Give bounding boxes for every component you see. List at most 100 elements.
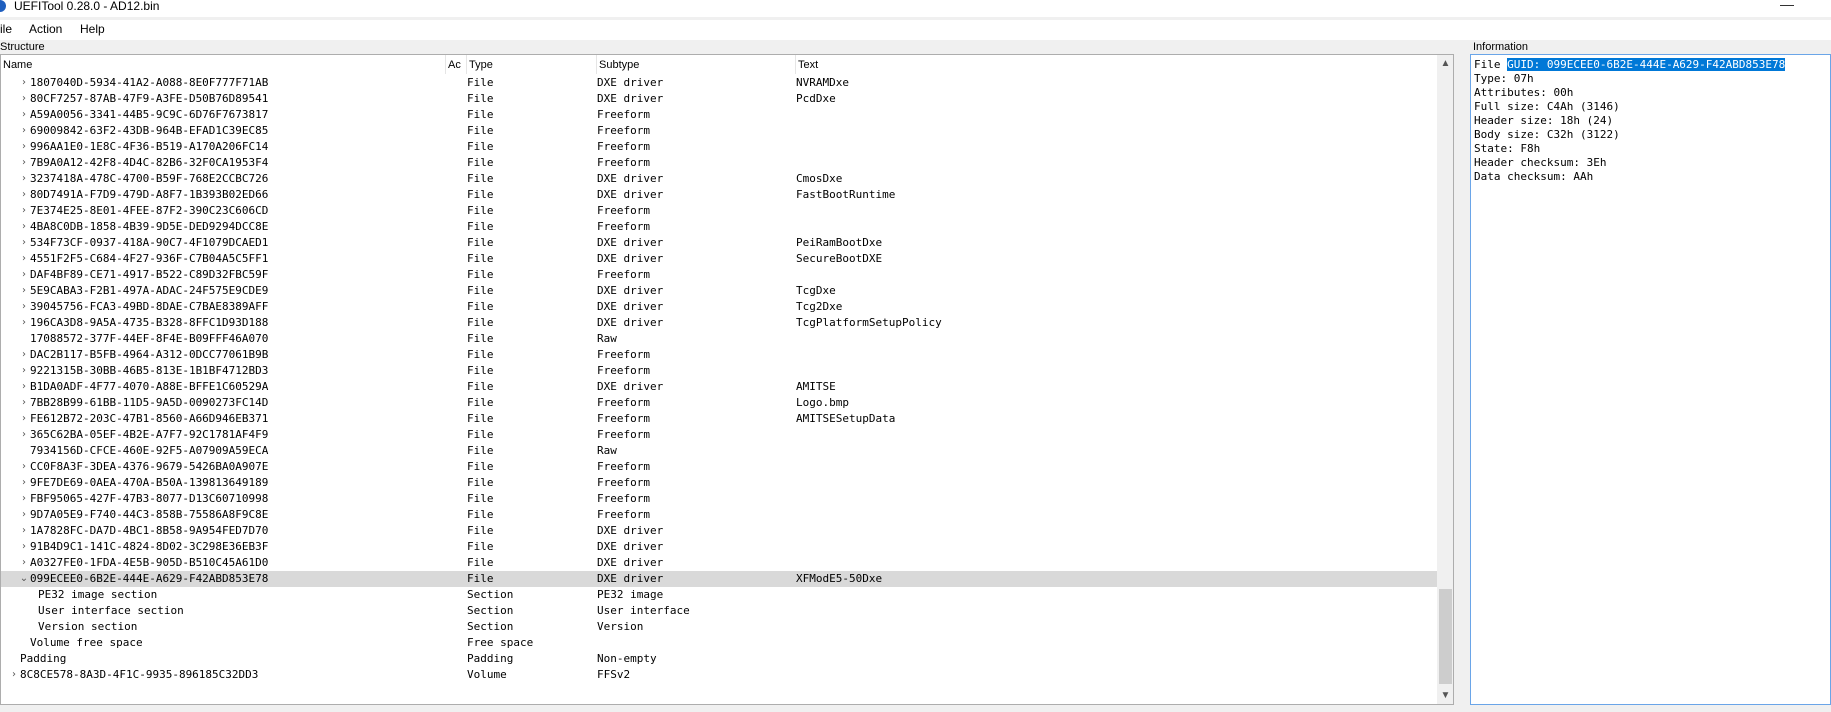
tree-row[interactable]: › 39045756-FCA3-49BD-8DAE-C7BAE8389AFF Fil…: [1, 299, 1437, 315]
chevron-right-icon[interactable]: ›: [19, 91, 29, 107]
tree-row[interactable]: › 7E374E25-8E01-4FEE-87F2-390C23C606CD Fil…: [1, 203, 1437, 219]
tree-row[interactable]: › DAC2B117-B5FB-4964-A312-0DCC77061B9B Fil…: [1, 347, 1437, 363]
menu-action[interactable]: Action: [29, 22, 62, 36]
tree-row[interactable]: › A0327FE0-1FDA-4E5B-905D-B510C45A61D0 Fil…: [1, 555, 1437, 571]
information-panel[interactable]: File GUID: 099ECEE0-6B2E-444E-A629-F42AB…: [1470, 54, 1831, 705]
tree-row[interactable]: › CC0F8A3F-3DEA-4376-9679-5426BA0A907E Fil…: [1, 459, 1437, 475]
chevron-right-icon[interactable]: ›: [19, 219, 29, 235]
tree-row[interactable]: › 4551F2F5-C684-4F27-936F-C7B04A5C5FF1 Fil…: [1, 251, 1437, 267]
chevron-down-icon[interactable]: ⌄: [19, 571, 29, 587]
chevron-right-icon[interactable]: ›: [19, 123, 29, 139]
chevron-right-icon[interactable]: ›: [19, 267, 29, 283]
tree-row[interactable]: Volume free space Free space: [1, 635, 1437, 651]
tree-row-name: CC0F8A3F-3DEA-4376-9679-5426BA0A907E: [30, 460, 269, 473]
chevron-right-icon[interactable]: ›: [19, 555, 29, 571]
tree-row[interactable]: › 9FE7DE69-0AEA-470A-B50A-139813649189 Fil…: [1, 475, 1437, 491]
tree-row-subtype: Freeform: [597, 396, 650, 409]
chevron-right-icon[interactable]: ›: [19, 235, 29, 251]
chevron-right-icon[interactable]: ›: [19, 187, 29, 203]
column-header-action[interactable]: Ac: [446, 55, 467, 74]
menu-file[interactable]: ile: [0, 22, 12, 36]
vertical-scrollbar[interactable]: ▲ ▼: [1437, 55, 1453, 704]
chevron-right-icon[interactable]: ›: [19, 155, 29, 171]
tree-row[interactable]: › 9D7A05E9-F740-44C3-858B-75586A8F9C8E Fil…: [1, 507, 1437, 523]
chevron-right-icon[interactable]: ›: [19, 251, 29, 267]
tree-row[interactable]: Version section Section Version: [1, 619, 1437, 635]
tree-row-name: 9221315B-30BB-46B5-813E-1B1BF4712BD3: [30, 364, 269, 377]
chevron-right-icon[interactable]: ›: [19, 379, 29, 395]
chevron-right-icon[interactable]: ›: [9, 667, 19, 683]
chevron-right-icon[interactable]: ›: [19, 299, 29, 315]
tree-row[interactable]: User interface section Section User interf…: [1, 603, 1437, 619]
tree-row[interactable]: › 69009842-63F2-43DB-964B-EFAD1C39EC85 Fil…: [1, 123, 1437, 139]
information-text[interactable]: File GUID: 099ECEE0-6B2E-444E-A629-F42AB…: [1474, 58, 1786, 184]
minimize-button[interactable]: —: [1780, 0, 1794, 12]
tree-row[interactable]: › 80CF7257-87AB-47F9-A3FE-D50B76D89541 Fil…: [1, 91, 1437, 107]
tree-row[interactable]: › 1807040D-5934-41A2-A088-8E0F777F71AB Fil…: [1, 75, 1437, 91]
column-header-name[interactable]: Name: [1, 55, 446, 74]
tree-row-text: AMITSE: [796, 380, 836, 393]
chevron-right-icon[interactable]: ›: [19, 107, 29, 123]
tree-row[interactable]: › 5E9CABA3-F2B1-497A-ADAC-24F575E9CDE9 Fil…: [1, 283, 1437, 299]
structure-tree[interactable]: Name Ac Type Subtype Text › 1807040D-5934…: [0, 54, 1454, 705]
tree-row-subtype: Raw: [597, 444, 617, 457]
tree-row[interactable]: › 196CA3D8-9A5A-4735-B328-8FFC1D93D188 Fil…: [1, 315, 1437, 331]
tree-row-subtype: DXE driver: [597, 172, 664, 185]
tree-row[interactable]: › 3237418A-478C-4700-B59F-768E2CCBC726 Fil…: [1, 171, 1437, 187]
chevron-right-icon[interactable]: ›: [19, 171, 29, 187]
chevron-right-icon[interactable]: ›: [19, 395, 29, 411]
chevron-right-icon[interactable]: ›: [19, 523, 29, 539]
tree-row[interactable]: › 80D7491A-F7D9-479D-A8F7-1B393B02ED66 Fil…: [1, 187, 1437, 203]
scroll-up-icon[interactable]: ▲: [1437, 55, 1453, 72]
tree-row[interactable]: › 7BB28B99-61BB-11D5-9A5D-0090273FC14D Fil…: [1, 395, 1437, 411]
tree-row-name: 1807040D-5934-41A2-A088-8E0F777F71AB: [30, 76, 269, 89]
info-guid-selected[interactable]: GUID: 099ECEE0-6B2E-444E-A629-F42ABD853E…: [1507, 58, 1786, 71]
chevron-right-icon[interactable]: ›: [19, 283, 29, 299]
chevron-right-icon[interactable]: ›: [19, 139, 29, 155]
tree-row[interactable]: › 996AA1E0-1E8C-4F36-B519-A170A206FC14 Fil…: [1, 139, 1437, 155]
tree-row-type: File: [467, 412, 494, 425]
chevron-right-icon[interactable]: ›: [19, 411, 29, 427]
tree-row-subtype: Freeform: [597, 364, 650, 377]
chevron-right-icon[interactable]: ›: [19, 347, 29, 363]
tree-row-name: A59A0056-3341-44B5-9C9C-6D76F7673817: [30, 108, 269, 121]
chevron-right-icon[interactable]: ›: [19, 539, 29, 555]
chevron-right-icon[interactable]: ›: [19, 507, 29, 523]
tree-row[interactable]: 7934156D-CFCE-460E-92F5-A07909A59ECA File…: [1, 443, 1437, 459]
tree-row-text: PcdDxe: [796, 92, 836, 105]
tree-row[interactable]: › 4BA8C0DB-1858-4B39-9D5E-DED9294DCC8E Fil…: [1, 219, 1437, 235]
tree-row[interactable]: › 534F73CF-0937-418A-90C7-4F1079DCAED1 Fil…: [1, 235, 1437, 251]
chevron-right-icon[interactable]: ›: [19, 427, 29, 443]
tree-row[interactable]: › B1DA0ADF-4F77-4070-A88E-BFFE1C60529A Fil…: [1, 379, 1437, 395]
chevron-right-icon[interactable]: ›: [19, 459, 29, 475]
tree-row[interactable]: ⌄ 099ECEE0-6B2E-444E-A629-F42ABD853E78 Fil…: [1, 571, 1437, 587]
column-header-text[interactable]: Text: [796, 55, 1437, 74]
tree-row[interactable]: 17088572-377F-44EF-8F4E-B09FFF46A070 File…: [1, 331, 1437, 347]
chevron-right-icon[interactable]: ›: [19, 363, 29, 379]
tree-row-subtype: Raw: [597, 332, 617, 345]
tree-row[interactable]: Padding Padding Non-empty: [1, 651, 1437, 667]
tree-row[interactable]: › FE612B72-203C-47B1-8560-A66D946EB371 Fil…: [1, 411, 1437, 427]
chevron-right-icon[interactable]: ›: [19, 75, 29, 91]
scrollbar-thumb[interactable]: [1439, 589, 1452, 684]
tree-row[interactable]: › 91B4D9C1-141C-4824-8D02-3C298E36EB3F Fil…: [1, 539, 1437, 555]
tree-row-text: PeiRamBootDxe: [796, 236, 883, 249]
tree-row[interactable]: › 8C8CE578-8A3D-4F1C-9935-896185C32DD3 Vol…: [1, 667, 1437, 683]
chevron-right-icon[interactable]: ›: [19, 491, 29, 507]
scroll-down-icon[interactable]: ▼: [1437, 687, 1453, 704]
tree-row[interactable]: › 9221315B-30BB-46B5-813E-1B1BF4712BD3 Fil…: [1, 363, 1437, 379]
tree-row[interactable]: › 7B9A0A12-42F8-4D4C-82B6-32F0CA1953F4 Fil…: [1, 155, 1437, 171]
menu-help[interactable]: Help: [80, 22, 105, 36]
tree-row[interactable]: › 365C62BA-05EF-4B2E-A7F7-92C1781AF4F9 Fil…: [1, 427, 1437, 443]
tree-row-subtype: Freeform: [597, 124, 650, 137]
chevron-right-icon[interactable]: ›: [19, 475, 29, 491]
tree-row[interactable]: PE32 image section Section PE32 image: [1, 587, 1437, 603]
tree-row[interactable]: › 1A7828FC-DA7D-4BC1-8B58-9A954FED7D70 Fil…: [1, 523, 1437, 539]
chevron-right-icon[interactable]: ›: [19, 315, 29, 331]
tree-row[interactable]: › DAF4BF89-CE71-4917-B522-C89D32FBC59F Fil…: [1, 267, 1437, 283]
tree-row[interactable]: › A59A0056-3341-44B5-9C9C-6D76F7673817 Fil…: [1, 107, 1437, 123]
column-header-type[interactable]: Type: [467, 55, 597, 74]
column-header-subtype[interactable]: Subtype: [597, 55, 796, 74]
chevron-right-icon[interactable]: ›: [19, 203, 29, 219]
tree-row[interactable]: › FBF95065-427F-47B3-8077-D13C60710998 Fil…: [1, 491, 1437, 507]
